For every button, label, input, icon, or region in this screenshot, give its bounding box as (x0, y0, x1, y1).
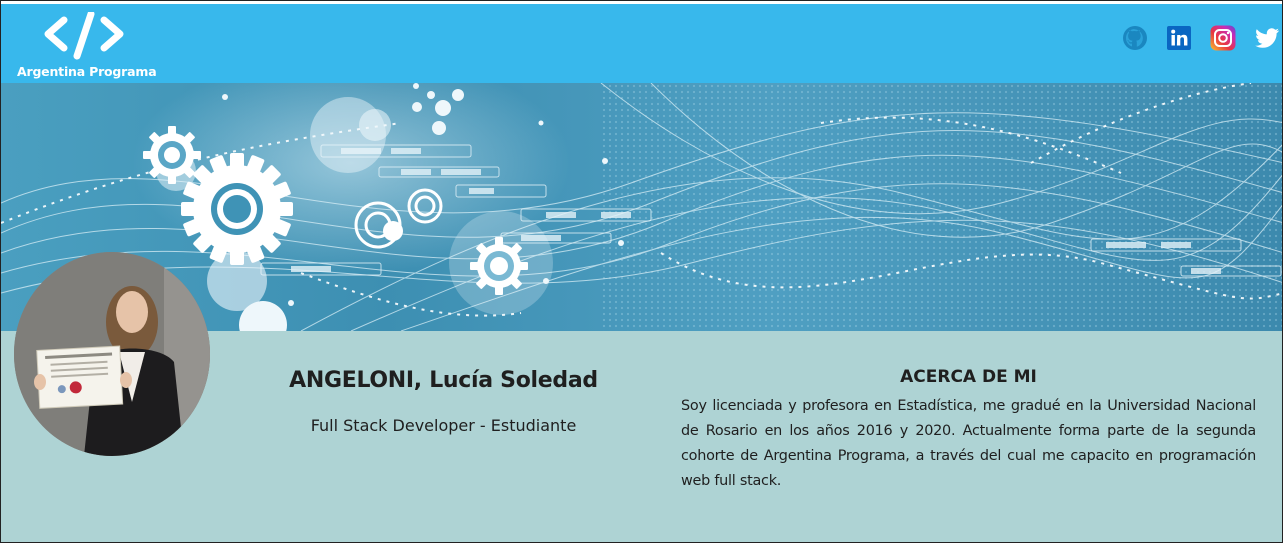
instagram-icon (1210, 25, 1236, 51)
logo-text: Argentina Programa (17, 64, 157, 79)
technology-gears-network-banner (1, 83, 1282, 331)
header-bar: Argentina Programa (1, 4, 1282, 83)
profile-name: ANGELONI, Lucía Soledad (289, 368, 598, 393)
social-links (1120, 23, 1282, 53)
github-icon (1123, 26, 1147, 50)
logo[interactable]: Argentina Programa (13, 12, 158, 79)
page: Argentina Programa ANGELONI, Lucía Soled… (0, 0, 1283, 543)
about-text: Soy licenciada y profesora en Estadístic… (681, 398, 1256, 489)
profile-photo-image (14, 252, 210, 456)
twitter-icon (1255, 28, 1279, 48)
profile-photo (14, 252, 210, 456)
profile-role: Full Stack Developer - Estudiante (310, 416, 577, 435)
banner-image (1, 83, 1282, 331)
code-brackets-icon (44, 12, 124, 60)
linkedin-link[interactable] (1164, 23, 1194, 53)
linkedin-icon (1167, 26, 1191, 50)
instagram-link[interactable] (1208, 23, 1238, 53)
about-title: ACERCA DE MI (900, 367, 1037, 387)
github-link[interactable] (1120, 23, 1150, 53)
twitter-link[interactable] (1252, 23, 1282, 53)
